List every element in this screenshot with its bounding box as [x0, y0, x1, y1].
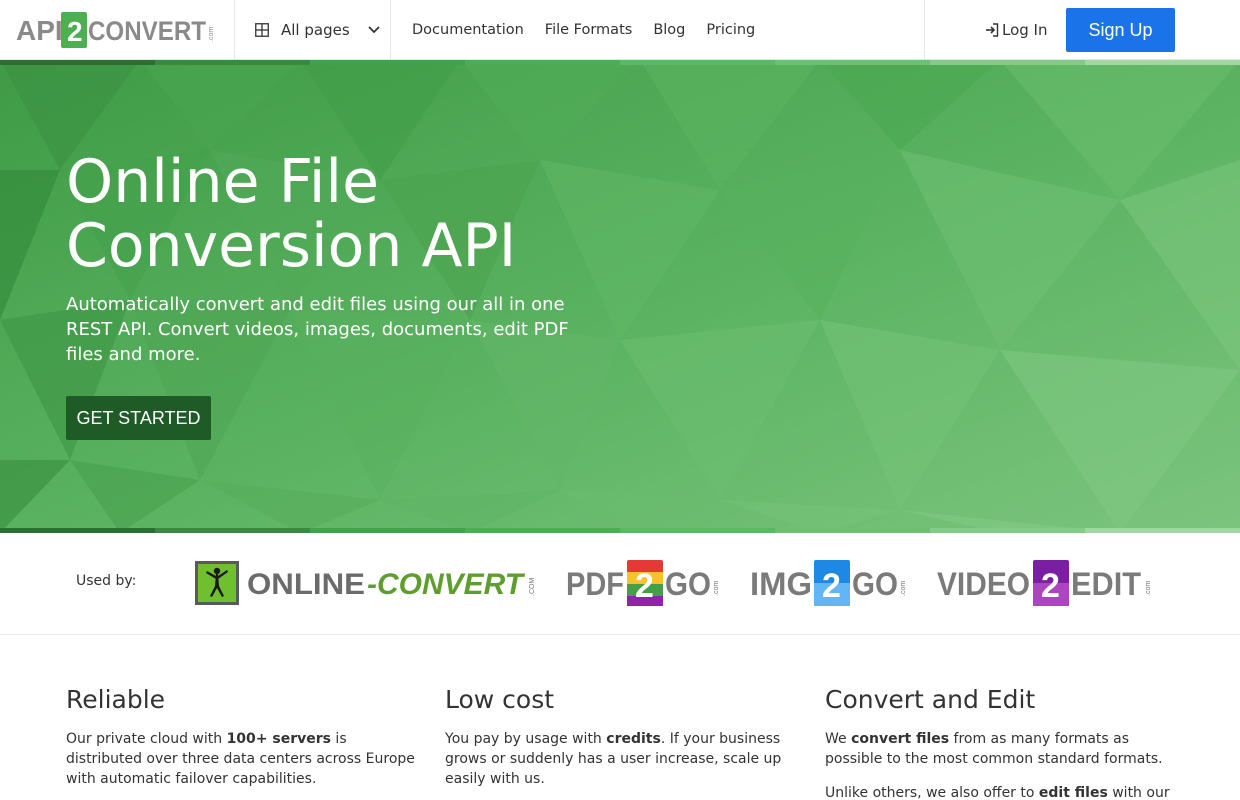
feature-text-bold: convert files [851, 731, 950, 747]
hero-bar-segment [310, 60, 465, 65]
hero-bar-segment [155, 60, 310, 65]
brand-video-digit: 2 [1041, 567, 1060, 605]
logo-part1: API [16, 15, 63, 46]
feature-low-cost: Low cost You pay by usage with credits. … [445, 683, 795, 800]
brand-video-suffix: .com [1145, 581, 1152, 596]
hero-bar-segment [1085, 60, 1240, 65]
feature-text-part: You pay by usage with [445, 731, 607, 747]
brand-img-suffix: .com [900, 581, 907, 596]
brand-pdf-part1: PDF [566, 566, 624, 602]
nav-divider [390, 0, 391, 60]
sign-up-button[interactable]: Sign Up [1066, 8, 1175, 52]
feature-text: We convert files from as many formats as… [825, 729, 1175, 769]
brand-pdf-digit: 2 [635, 567, 654, 605]
brand-video-part2: EDIT [1071, 566, 1141, 602]
login-link[interactable]: Log In [985, 0, 1048, 60]
brand-online-part2: -CONVERT [367, 568, 526, 601]
hero-bar-segment [930, 60, 1085, 65]
brand-logo-video2edit[interactable]: VIDEO 2 EDIT .com [937, 560, 1153, 606]
brand-pdf-part2: GO [665, 566, 711, 602]
feature-title: Convert and Edit [825, 685, 1036, 714]
used-by-label: Used by: [76, 573, 137, 589]
brand-logo-online-convert[interactable]: ONLINE -CONVERT .COM [195, 560, 537, 606]
nav-link-file-formats[interactable]: File Formats [545, 22, 633, 38]
hero-title-line1: Online File [66, 147, 380, 217]
feature-text-bold: edit files [1038, 785, 1108, 800]
hero-title: Online File Conversion API [66, 150, 666, 278]
grid-icon [255, 23, 269, 37]
feature-convert-and-edit: Convert and Edit We convert files from a… [825, 683, 1175, 800]
nav-link-blog[interactable]: Blog [653, 22, 685, 38]
used-by-section: Used by: ONLINE -CONVERT .COM PDF 2 GO .… [0, 533, 1240, 635]
brand-logo-img2go[interactable]: IMG 2 GO .com [750, 560, 908, 606]
brand-img-part2: GO [852, 566, 898, 602]
login-label: Log In [1002, 21, 1048, 39]
feature-title: Low cost [445, 685, 555, 714]
feature-text-part: Our private cloud with [66, 731, 227, 747]
brand-pdf-suffix: .com [713, 581, 720, 596]
all-pages-label: All pages [281, 21, 350, 39]
brand-online-suffix: .COM [529, 578, 536, 596]
feature-title: Reliable [66, 685, 166, 714]
main-nav-links: Documentation File Formats Blog Pricing [412, 0, 776, 60]
hero-subtitle: Automatically convert and edit files usi… [66, 294, 569, 365]
feature-text-bold: credits [606, 731, 661, 747]
feature-text-part: with our [1107, 785, 1170, 800]
hero-bar-segment [775, 60, 930, 65]
feature-text: Our private cloud with 100+ servers is d… [66, 729, 416, 789]
brand-img-digit: 2 [822, 567, 841, 605]
logo-part2: CONVERT [88, 16, 206, 46]
feature-reliable: Reliable Our private cloud with 100+ ser… [66, 683, 416, 800]
feature-text: You pay by usage with credits. If your b… [445, 729, 795, 789]
hero-bar-segment [0, 60, 155, 65]
api2convert-logo[interactable]: API 2 CONVERT .com [16, 12, 216, 48]
feature-text-bold: 100+ servers [226, 731, 331, 747]
logo-suffix: .com [208, 27, 215, 42]
feature-text-part: We [825, 731, 852, 747]
get-started-button[interactable]: GET STARTED [66, 396, 211, 440]
nav-divider [924, 0, 925, 60]
sign-in-icon [986, 23, 999, 37]
nav-link-documentation[interactable]: Documentation [412, 22, 524, 38]
feature-text: Unlike others, we also offer to edit fil… [825, 783, 1175, 800]
top-navbar: API 2 CONVERT .com All pages Documentati… [0, 0, 1240, 60]
logo-digit: 2 [67, 16, 83, 47]
hero-bar-segment [620, 60, 775, 65]
brand-online-part1: ONLINE [247, 568, 365, 601]
all-pages-dropdown[interactable]: All pages [235, 0, 390, 60]
feature-text-part: Unlike others, we also offer to [825, 785, 1039, 800]
hero-title-line2: Conversion API [66, 211, 517, 281]
brand-img-part1: IMG [750, 566, 812, 602]
brand-logo-pdf2go[interactable]: PDF 2 GO .com [566, 560, 721, 606]
brand-video-part1: VIDEO [937, 566, 1030, 602]
chevron-down-icon [368, 26, 380, 34]
hero-bar-segment [465, 60, 620, 65]
hero-section: Online File Conversion API Automatically… [0, 60, 1240, 533]
nav-link-pricing[interactable]: Pricing [706, 22, 755, 38]
